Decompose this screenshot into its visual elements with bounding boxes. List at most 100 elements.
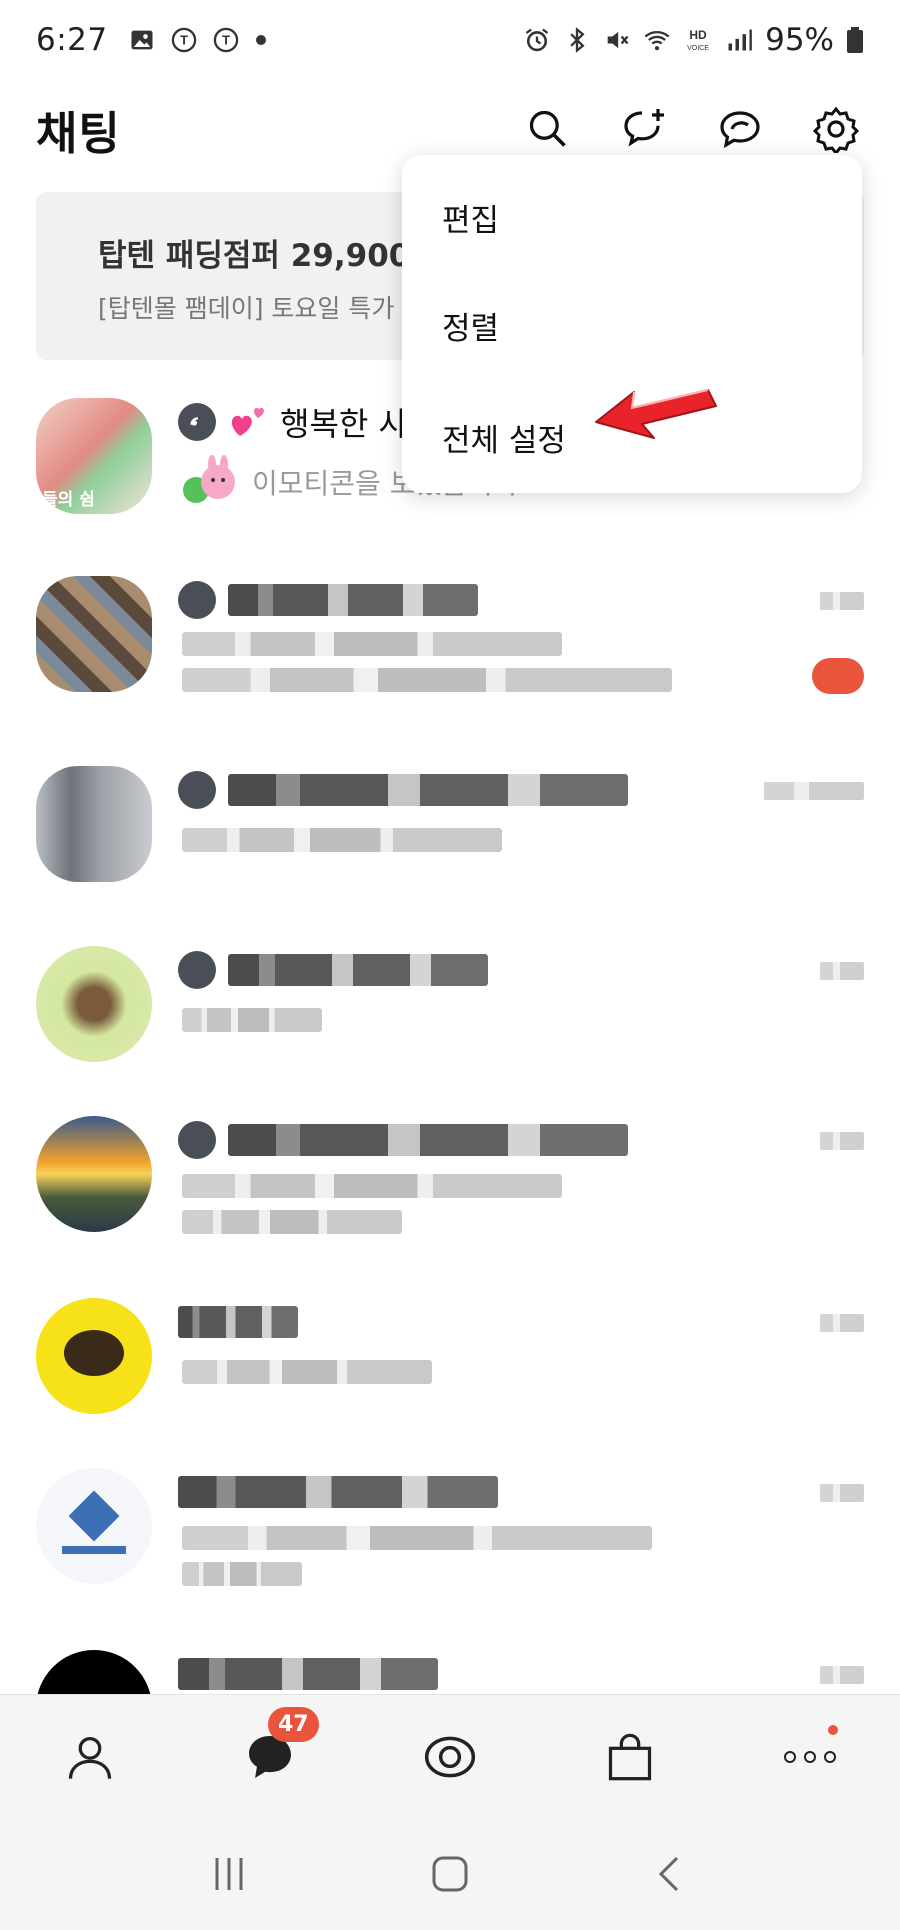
page-title: 채팅 — [36, 106, 121, 160]
back-icon[interactable] — [651, 1854, 691, 1894]
nav-openchat[interactable] — [400, 1707, 500, 1807]
open-chat-icon — [178, 1121, 216, 1159]
chat-row[interactable] — [0, 758, 900, 888]
settings-button[interactable] — [810, 103, 862, 155]
status-left-icons: T T — [128, 26, 268, 54]
chat-row[interactable] — [0, 568, 900, 718]
chat-time — [820, 592, 864, 610]
chat-name-text — [178, 1306, 298, 1338]
chat-name-text — [228, 1124, 628, 1156]
svg-text:HD: HD — [689, 28, 707, 42]
t-sync-icon: T — [213, 27, 238, 53]
annotation-arrow-icon — [595, 389, 717, 439]
chat-name — [178, 948, 488, 992]
chat-name — [178, 1652, 438, 1694]
chat-unread-badge: 47 — [268, 1706, 319, 1742]
avatar — [36, 1116, 152, 1232]
open-chat-icon — [178, 581, 216, 619]
chat-time — [820, 1666, 864, 1684]
nav-friends[interactable] — [40, 1707, 140, 1807]
avatar: 들의 쉼 — [36, 398, 152, 514]
new-chat-button[interactable] — [618, 103, 670, 155]
chat-preview-text — [182, 1360, 432, 1384]
open-chat-button[interactable] — [714, 103, 766, 155]
bluetooth-icon — [570, 27, 585, 53]
chat-name-text — [228, 774, 628, 806]
chat-preview-text — [182, 1174, 562, 1198]
menu-item-sort[interactable]: 정렬 — [402, 293, 862, 357]
avatar — [36, 946, 152, 1062]
chat-time — [820, 1484, 864, 1502]
more-notification-dot — [828, 1724, 838, 1735]
chat-preview-line — [182, 1210, 402, 1234]
new-chat-icon — [624, 109, 664, 147]
avatar — [36, 1298, 152, 1414]
open-chat-icon — [720, 111, 760, 149]
gallery-icon — [131, 30, 153, 50]
header-actions — [522, 103, 862, 155]
home-icon[interactable] — [428, 1852, 472, 1896]
mute-icon — [607, 31, 629, 49]
status-time: 6:27 — [36, 22, 108, 58]
chat-name-text — [228, 954, 488, 986]
svg-text:T: T — [180, 33, 188, 48]
chat-name — [178, 1300, 298, 1344]
svg-text:VOICE: VOICE — [687, 45, 709, 52]
chat-time — [820, 1132, 864, 1150]
avatar-text: 들의 쉼 — [42, 490, 95, 510]
openchat-icon — [424, 1736, 476, 1777]
open-chat-icon — [178, 771, 216, 809]
chat-name-text — [178, 1658, 438, 1690]
chat-name — [178, 1470, 498, 1514]
dot-icon — [255, 35, 266, 45]
hd-voice-icon: HD VOICE — [687, 28, 709, 52]
avatar — [36, 1468, 152, 1584]
avatar — [36, 576, 152, 692]
chat-row[interactable] — [0, 1108, 900, 1258]
system-nav — [0, 1818, 900, 1930]
chat-preview-line — [182, 668, 672, 692]
chat-time — [820, 1314, 864, 1332]
chat-time — [820, 962, 864, 980]
open-chat-icon — [178, 951, 216, 989]
chat-name — [178, 768, 628, 812]
chat-name-text: 행복한 사 — [280, 405, 408, 443]
search-button[interactable] — [522, 103, 574, 155]
chat-row[interactable] — [0, 1642, 900, 1694]
friends-icon — [68, 1736, 112, 1779]
chat-row[interactable] — [0, 1460, 900, 1610]
shopping-icon — [608, 1733, 652, 1780]
signal-icon — [728, 29, 752, 51]
chat-name: 행복한 사 — [178, 400, 408, 444]
chat-preview-line — [182, 1562, 302, 1586]
svg-text:T: T — [222, 33, 230, 48]
nav-chats[interactable]: 47 — [220, 1706, 320, 1807]
chat-preview-text — [182, 1008, 322, 1032]
battery-percent: 95% — [765, 22, 834, 58]
settings-icon — [812, 106, 860, 153]
wifi-icon — [644, 30, 670, 51]
recents-icon[interactable] — [209, 1854, 249, 1894]
nav-more[interactable] — [760, 1707, 860, 1807]
chat-row[interactable] — [0, 938, 900, 1068]
chat-name-text — [228, 584, 478, 616]
battery-icon — [847, 27, 863, 53]
chat-name-text — [178, 1476, 498, 1508]
chat-time — [764, 782, 864, 800]
chat-preview-text — [182, 1526, 652, 1550]
avatar — [36, 1650, 152, 1694]
chat-row[interactable] — [0, 1290, 900, 1420]
nav-shopping[interactable] — [580, 1707, 680, 1807]
menu-item-edit[interactable]: 편집 — [402, 185, 862, 249]
alarm-icon — [525, 28, 549, 52]
chat-preview-text — [182, 632, 562, 656]
more-icon — [784, 1750, 836, 1763]
t-sync-icon: T — [171, 27, 196, 53]
unread-badge — [812, 658, 864, 694]
search-icon — [529, 110, 566, 147]
chat-name — [178, 578, 478, 622]
emoticon-sticker-icon — [183, 455, 235, 503]
pink-hearts-icon — [231, 407, 264, 436]
status-right-icons: HD VOICE 95% — [523, 22, 864, 58]
open-chat-icon — [178, 403, 216, 441]
